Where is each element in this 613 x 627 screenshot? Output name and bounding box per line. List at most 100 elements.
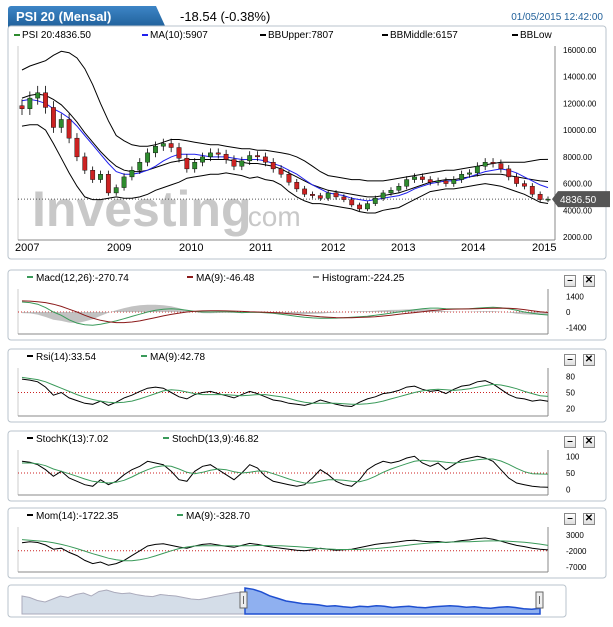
legend-swatch-4 [512,34,518,36]
minimize-button-mom[interactable]: – [564,513,576,525]
close-button-stoch[interactable]: ✕ [583,436,595,448]
y-tick-label: 8000.00 [563,153,592,162]
indicator-y-tick: -1400 [566,324,587,333]
legend-label-3: BBMiddle:6157 [390,30,458,41]
candle-body [145,152,151,163]
candle-body [98,174,103,180]
candle-body [168,143,174,148]
minimize-button-stoch[interactable]: – [564,436,576,448]
indicator-legend-swatch [27,437,33,439]
candle-body [286,174,292,183]
indicator-legend-label: StochK(13):7.02 [36,434,109,445]
indicator-y-tick: 100 [566,452,580,461]
indicator-legend-swatch [187,276,193,278]
candle-body [482,161,488,167]
candle-body [255,155,260,158]
legend-swatch-2 [260,34,266,36]
indicator-y-tick: 50 [566,469,575,478]
legend-label-4: BBLow [520,30,552,41]
candle-body [19,105,25,109]
candle-body [545,198,551,201]
y-tick-label: 2000.00 [563,233,592,242]
indicator-legend-label: Mom(14):-1722.35 [36,511,119,522]
candle-body [490,161,496,164]
candle-body [270,161,276,170]
indicator-legend-swatch [27,355,33,357]
candle-body [137,161,143,171]
y-tick-label: 4000.00 [563,206,592,215]
x-tick-label: 2014 [461,242,485,254]
candle-body [215,152,221,155]
indicator-y-tick: 3000 [566,531,584,540]
candle-body [302,188,308,195]
indicator-legend-swatch [313,276,319,278]
candle-body [231,159,237,167]
candle-body [208,152,213,158]
x-tick-label: 2009 [107,242,131,254]
indicator-legend-label: MA(9):42.78 [150,352,205,363]
indicator-y-tick: 80 [566,372,575,381]
indicator-y-tick: 50 [566,389,575,398]
x-tick-label: 2012 [321,242,345,254]
candle-body [184,157,190,170]
indicator-legend-label: StochD(13,9):46.82 [172,434,259,445]
y-tick-label: 6000.00 [563,180,592,189]
legend-label-1: MA(10):5907 [150,30,208,41]
candle-body [27,97,33,109]
watermark-suffix: .com [240,201,301,232]
candle-body [529,186,535,195]
candle-body [239,160,245,167]
minimize-button-rsi[interactable]: – [564,354,576,366]
legend-swatch-1 [142,34,148,36]
chart-widget: { "header":{"title":"PSI 20 (Mensal)","c… [0,0,613,627]
minimize-button-macd[interactable]: – [564,275,576,287]
candle-body [498,163,504,170]
candle-body [294,182,300,190]
candle-body [380,192,386,199]
close-button-mom[interactable]: ✕ [583,513,595,525]
candle-body [200,156,205,163]
candle-body [129,170,135,178]
candle-body [325,192,331,199]
candle-body [121,176,127,188]
candle-body [113,187,119,194]
candle-body [278,168,284,175]
candle-body [372,198,378,204]
candle-body [262,156,268,163]
chart-canvas: PSI 20:4836.50 MA(10):5907 BBUpper:7807 BBM… [7,25,610,618]
candle-body [357,204,362,210]
candle-body [153,145,158,154]
candle-body [223,153,229,160]
candle-body [66,119,72,139]
indicator-legend-label: Macd(12,26):-270.74 [36,273,129,284]
candle-body [341,196,347,200]
candle-body [310,194,315,196]
candle-body [412,176,417,180]
close-button-rsi[interactable]: ✕ [583,354,595,366]
indicator-y-tick: -7000 [566,563,587,572]
candle-body [365,203,370,210]
candle-body [349,199,355,206]
candle-body [35,92,41,99]
candle-body [58,119,64,128]
indicator-legend-swatch [163,437,169,439]
y-tick-label: 14000.00 [563,73,597,82]
candle-body [435,180,441,183]
indicator-y-tick: 0 [566,486,571,495]
indicator-legend-label: MA(9):-46.48 [196,273,255,284]
candle-body [90,170,96,180]
close-button-macd[interactable]: ✕ [583,275,595,287]
candle-body [247,155,253,162]
legend-swatch-3 [382,34,388,36]
candle-body [74,137,80,158]
legend-swatch-0 [14,34,20,36]
candle-body [443,180,449,184]
candle-body [43,92,48,108]
y-tick-label: 12000.00 [563,99,597,108]
y-tick-label: 10000.00 [563,126,597,135]
candle-body [522,183,527,187]
candle-body [537,194,543,200]
x-tick-label: 2015 [532,242,556,254]
x-tick-label: 2011 [249,242,273,254]
x-tick-label: 2007 [15,242,39,254]
